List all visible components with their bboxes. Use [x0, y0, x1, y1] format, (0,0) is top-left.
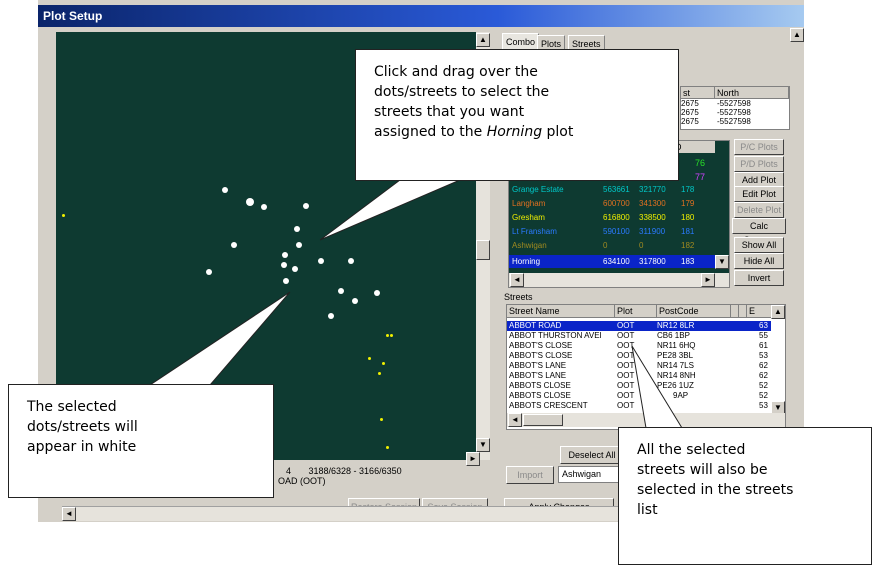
callout-line: streets will also be [637, 462, 768, 478]
callout-streets-list: All the selected streets will also be se… [618, 427, 872, 565]
callout-line: dots/streets will [27, 419, 138, 435]
left-callout-pointer [148, 291, 291, 386]
callout-line: selected in the streets [637, 482, 794, 498]
callout-line: list [637, 502, 658, 518]
callout-selected-white: The selected dots/streets will appear in… [8, 384, 274, 498]
callout-line: All the selected [637, 442, 746, 458]
callout-plot-name: Horning [486, 124, 543, 140]
callout-text: plot [542, 124, 574, 140]
callout-line: The selected [27, 399, 117, 415]
callout-line: appear in white [27, 439, 137, 455]
callout-select-streets: Click and drag over the dots/streets to … [355, 49, 679, 181]
callout-line: streets that you want [374, 104, 525, 120]
callout-text: assigned to the [374, 124, 487, 140]
right-callout-pointer [631, 345, 683, 429]
callout-line: Click and drag over the [374, 64, 538, 80]
callout-line: dots/streets to select the [374, 84, 550, 100]
top-callout-pointer [319, 179, 461, 241]
callout-line: assigned to the Horning plot [374, 122, 660, 142]
